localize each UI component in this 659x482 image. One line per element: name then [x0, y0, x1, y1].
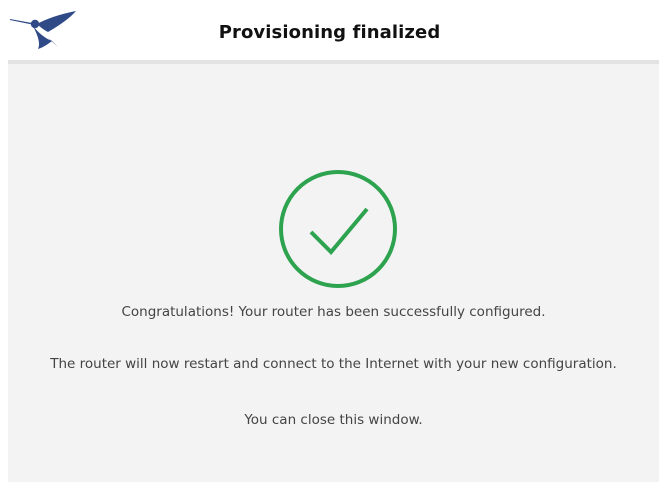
close-window-message: You can close this window. — [244, 412, 423, 428]
provisioning-window: Provisioning finalized Congratulations! … — [0, 0, 659, 482]
success-message: Congratulations! Your router has been su… — [121, 304, 546, 320]
success-check-icon — [279, 170, 397, 288]
page-title: Provisioning finalized — [218, 22, 441, 43]
restart-message: The router will now restart and connect … — [50, 356, 617, 372]
header: Provisioning finalized — [0, 0, 659, 60]
content-panel: Congratulations! Your router has been su… — [8, 64, 659, 482]
